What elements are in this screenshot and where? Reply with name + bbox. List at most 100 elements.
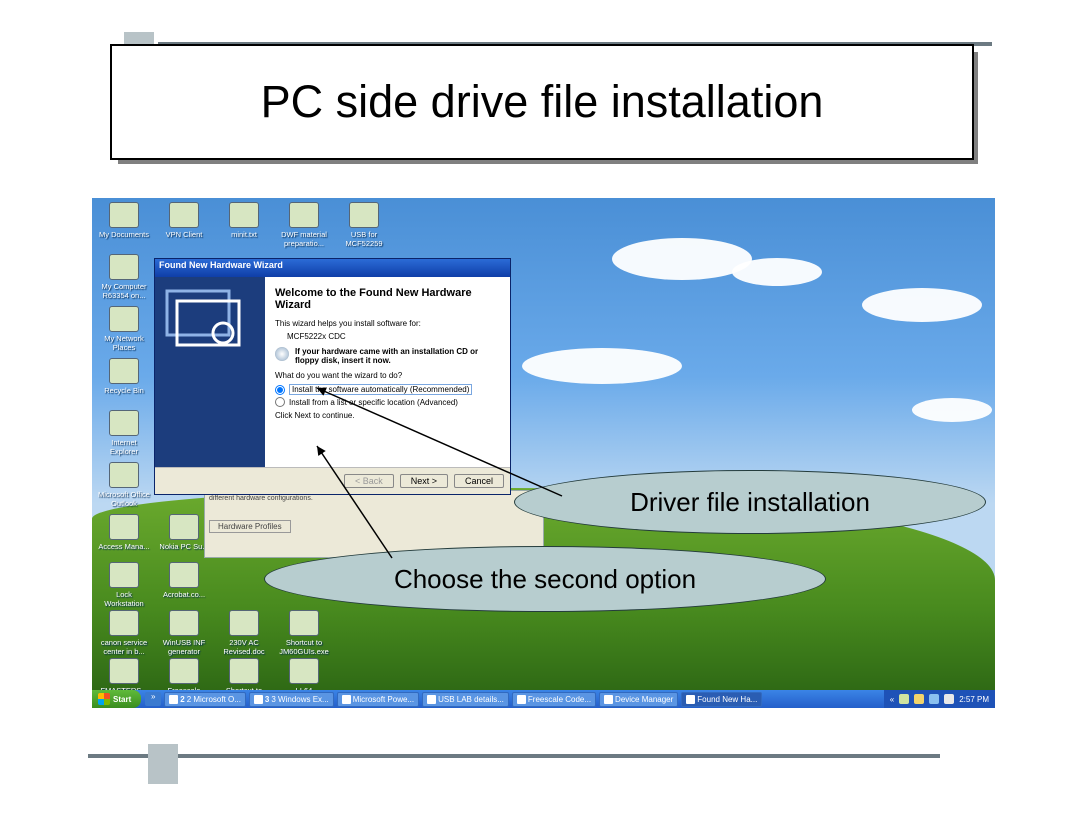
slide: PC side drive file installation My Docum… [0,0,1080,814]
radio-list[interactable] [275,397,285,407]
file-icon [289,658,319,684]
taskbar-button-label: 2 Microsoft O... [187,695,241,704]
screenshot: My DocumentsVPN Client minit.txt DWF mater… [92,198,995,708]
file-icon [349,202,379,228]
desktop-icon-label: Lock Workstation [98,590,150,608]
system-tray: « 2:57 PM [884,690,995,708]
under-text: different hardware configurations. [209,495,313,502]
cancel-button[interactable]: Cancel [454,474,504,488]
desktop-icon-label: Acrobat.co... [158,590,210,599]
taskbar-button[interactable]: 22 Microsoft O... [164,692,246,707]
title-box: PC side drive file installation [110,44,974,160]
wizard-heading: Welcome to the Found New Hardware Wizard [275,287,500,311]
decor-bottom-line [88,754,940,758]
taskbar-badge: 3 [265,695,269,704]
desktop-icon[interactable]: DWF material preparatio... [278,202,330,248]
callout1-text: Driver file installation [630,487,870,518]
desktop-icon[interactable]: canon service center in b... [98,610,150,656]
desktop-icon-label: WinUSB INF generator [158,638,210,656]
tray-icon[interactable] [914,694,924,704]
wizard-side-graphic [155,277,265,467]
cloud-icon [912,398,992,422]
desktop-icon[interactable]: Shortcut to JM60GUIs.exe [278,610,330,656]
back-button: < Back [344,474,394,488]
desktop-icon[interactable]: minit.txt [218,202,270,239]
taskbar-button-label: Device Manager [615,695,673,704]
tray-icon[interactable] [929,694,939,704]
wizard-device: MCF5222x CDC [287,332,500,341]
file-icon [169,658,199,684]
file-icon [229,658,259,684]
file-icon [109,202,139,228]
desktop-icon[interactable]: Microsoft Office Outlook [98,462,150,508]
file-icon [109,306,139,332]
taskbar-button[interactable]: Freescale Code... [512,692,596,707]
desktop-icon[interactable]: Internet Explorer [98,410,150,456]
taskbar: Start » 22 Microsoft O...33 Windows Ex..… [92,690,995,708]
taskbar-button-label: Found New Ha... [697,695,757,704]
app-icon [427,695,436,704]
file-icon [289,610,319,636]
desktop-icon[interactable]: Nokia PC Su... [158,514,210,551]
taskbar-button[interactable]: Microsoft Powe... [337,692,419,707]
desktop-icon[interactable]: Acrobat.co... [158,562,210,599]
taskbar-button[interactable]: USB LAB details... [422,692,509,707]
cloud-icon [732,258,822,286]
tray-collapse-icon[interactable]: « [890,695,894,704]
desktop-icon[interactable]: Access Mana... [98,514,150,551]
cloud-icon [612,238,752,280]
hardware-profiles-button[interactable]: Hardware Profiles [209,520,291,533]
desktop-icon-label: Microsoft Office Outlook [98,490,150,508]
desktop-icon[interactable]: My Network Places [98,306,150,352]
desktop-icon-label: Shortcut to JM60GUIs.exe [278,638,330,656]
desktop-icon[interactable]: My Computer R63354 on... [98,254,150,300]
wizard-graphic-icon [163,285,253,355]
file-icon [109,462,139,488]
wizard-titlebar[interactable]: Found New Hardware Wizard [155,259,510,277]
desktop-icon-label: My Computer R63354 on... [98,282,150,300]
tray-icon[interactable] [899,694,909,704]
wizard-question: What do you want the wizard to do? [275,371,500,380]
desktop-icon[interactable]: USB for MCF52259 [338,202,390,248]
cloud-icon [522,348,682,384]
callout-choose-second: Choose the second option [264,546,826,612]
taskbar-button-label: Microsoft Powe... [353,695,414,704]
taskbar-button[interactable]: Found New Ha... [681,692,762,707]
file-icon [109,410,139,436]
taskbar-badge: 2 [180,695,184,704]
desktop-icon[interactable]: VPN Client [158,202,210,239]
cd-icon [275,347,289,361]
desktop-icon-label: minit.txt [218,230,270,239]
taskbar-chevron-icon[interactable]: » [145,692,161,706]
start-button[interactable]: Start [92,690,141,708]
desktop-icon[interactable]: 230V AC Revised.doc [218,610,270,656]
wizard-main: Welcome to the Found New Hardware Wizard… [265,277,510,467]
desktop-icon-label: Nokia PC Su... [158,542,210,551]
file-icon [109,254,139,280]
next-button[interactable]: Next > [400,474,448,488]
callout2-text: Choose the second option [394,564,696,595]
decor-bottom-short [148,744,178,784]
taskbar-button[interactable]: 33 Windows Ex... [249,692,334,707]
file-icon [229,202,259,228]
taskbar-button-label: 3 Windows Ex... [271,695,328,704]
cloud-icon [862,288,982,322]
tray-icon[interactable] [944,694,954,704]
app-icon [169,695,178,704]
desktop-icon[interactable]: Recycle Bin [98,358,150,395]
desktop-icon[interactable]: My Documents [98,202,150,239]
file-icon [109,358,139,384]
app-icon [604,695,613,704]
desktop-icon[interactable]: Lock Workstation [98,562,150,608]
desktop-icon[interactable]: WinUSB INF generator [158,610,210,656]
desktop-icon-label: My Network Places [98,334,150,352]
radio-auto[interactable] [275,385,285,395]
app-icon [342,695,351,704]
desktop-icon-label: canon service center in b... [98,638,150,656]
callout-driver-install: Driver file installation [514,470,986,534]
taskbar-button-label: USB LAB details... [438,695,504,704]
desktop-icon-label: 230V AC Revised.doc [218,638,270,656]
file-icon [229,610,259,636]
taskbar-clock: 2:57 PM [959,695,989,704]
taskbar-button[interactable]: Device Manager [599,692,678,707]
